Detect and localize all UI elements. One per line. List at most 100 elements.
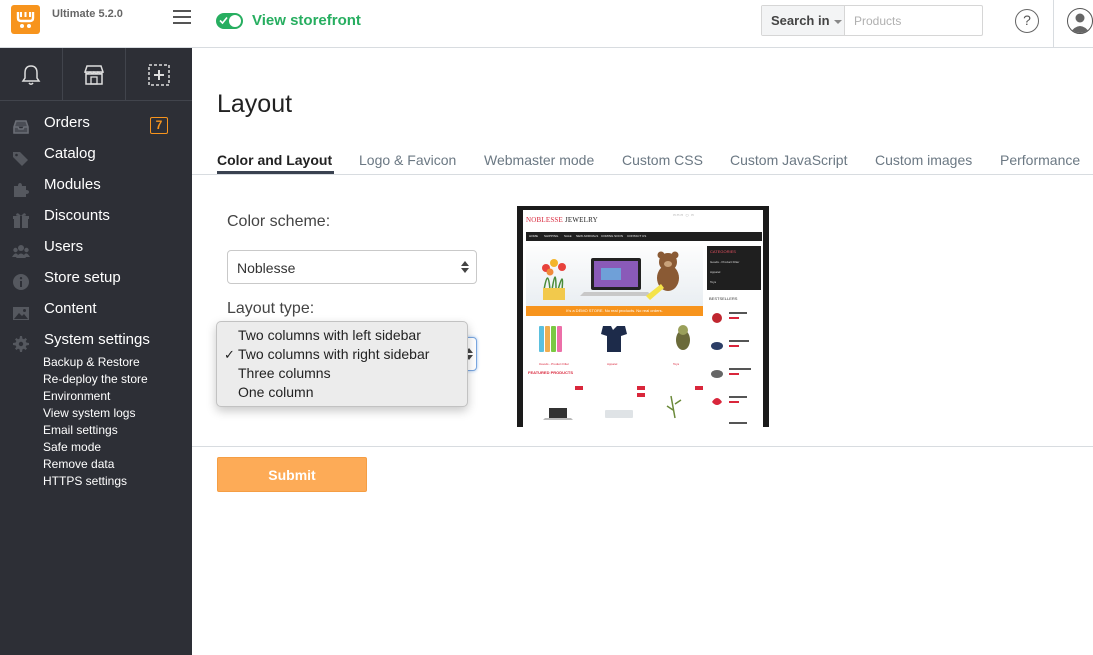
active-tab-indicator (217, 171, 334, 174)
store-icon (83, 64, 105, 85)
subitem-remove-data[interactable]: Remove data (43, 457, 114, 471)
sidebar-item-catalog[interactable]: Catalog (0, 145, 192, 171)
preview-bestsellers-list (711, 312, 751, 424)
preview-page: NOBLESSE JEWELRY ▭ ▭ ▭ ▢ ▭ HOME SHIPPING… (523, 210, 763, 427)
color-scheme-label: Color scheme: (227, 213, 331, 230)
preview-featured-products (543, 386, 703, 420)
sidebar-item-label: Store setup (44, 269, 121, 286)
sidebar-item-discounts[interactable]: Discounts (0, 207, 192, 233)
subitem-email-settings[interactable]: Email settings (43, 423, 118, 437)
user-avatar[interactable] (1067, 8, 1093, 34)
add-new-button[interactable] (126, 48, 192, 101)
sidebar-item-modules[interactable]: Modules (0, 176, 192, 202)
preview-demo-banner: It's a DEMO STORE. No real products. No … (526, 306, 703, 316)
option-label: One column (238, 384, 314, 400)
color-scheme-value: Noblesse (237, 260, 296, 276)
sidebar-item-system-settings[interactable]: System settings (0, 331, 192, 357)
sidebar-item-label: Orders (44, 114, 90, 131)
storefront-button[interactable] (63, 48, 126, 101)
app-version: Ultimate 5.2.0 (52, 8, 123, 20)
subitem-environment[interactable]: Environment (43, 389, 110, 403)
tab-performance[interactable]: Performance (1000, 152, 1080, 168)
add-square-icon (148, 63, 170, 86)
layout-option-three-columns[interactable]: Three columns (217, 364, 467, 383)
layout-option-one-column[interactable]: One column (217, 383, 467, 402)
tab-logo-favicon[interactable]: Logo & Favicon (359, 152, 456, 168)
option-label: Three columns (238, 365, 331, 381)
view-storefront-link[interactable]: View storefront (252, 12, 361, 29)
layout-option-left-sidebar[interactable]: Two columns with left sidebar (217, 326, 467, 345)
preview-caption-goods: iGoods - Product Filter (539, 362, 570, 366)
preview-category-thumbnails (539, 325, 690, 352)
color-scheme-select[interactable]: Noblesse (227, 250, 477, 284)
tags-icon (13, 152, 28, 166)
orders-count-badge: 7 (150, 117, 168, 134)
preview-menu: HOME SHIPPING SALE NEW ARRIVALS COMING S… (526, 232, 762, 241)
inbox-icon (13, 120, 29, 134)
bell-icon (21, 64, 41, 85)
search-scope-dropdown[interactable]: Search in (762, 6, 845, 35)
tab-custom-css[interactable]: Custom CSS (622, 152, 703, 168)
search-box: Search in (761, 5, 983, 36)
topbar-divider (1053, 0, 1054, 48)
sidebar-item-store-setup[interactable]: Store setup (0, 269, 192, 295)
checkmark-icon: ✓ (224, 347, 235, 362)
subitem-redeploy-store[interactable]: Re-deploy the store (43, 372, 148, 386)
tab-webmaster-mode[interactable]: Webmaster mode (484, 152, 594, 168)
tab-custom-javascript[interactable]: Custom JavaScript (730, 152, 847, 168)
check-icon (219, 16, 228, 25)
search-scope-label: Search in (771, 13, 830, 28)
gift-icon (13, 213, 29, 228)
sidebar-item-label: Catalog (44, 145, 96, 162)
preview-caption-apparel: Apparel (607, 362, 618, 366)
sidebar: Orders 7 Catalog Modules Discounts Users… (0, 48, 192, 655)
notifications-button[interactable] (0, 48, 63, 101)
gear-icon (13, 336, 29, 352)
tab-bar: Color and Layout Logo & Favicon Webmaste… (192, 148, 1093, 175)
sidebar-item-label: Modules (44, 176, 101, 193)
sidebar-item-label: Discounts (44, 207, 110, 224)
page-title: Layout (217, 90, 293, 118)
preview-brand: NOBLESSE JEWELRY (526, 216, 598, 224)
hero-products-illustration (542, 251, 679, 300)
user-icon (1070, 13, 1090, 33)
layout-option-right-sidebar[interactable]: ✓ Two columns with right sidebar (217, 345, 467, 364)
submit-button[interactable]: Submit (217, 457, 367, 492)
preview-bestsellers-title: BESTSELLERS (709, 296, 738, 301)
sidebar-item-users[interactable]: Users (0, 238, 192, 264)
preview-hero (526, 246, 703, 306)
chevron-down-icon (833, 19, 842, 24)
top-bar: Ultimate 5.2.0 View storefront Search in… (0, 0, 1093, 48)
help-button[interactable]: ? (1015, 9, 1039, 33)
subitem-backup-restore[interactable]: Backup & Restore (43, 355, 140, 369)
users-icon (12, 245, 30, 258)
preview-caption-toys: Toys (673, 362, 680, 366)
sidebar-item-content[interactable]: Content (0, 300, 192, 326)
tab-color-and-layout[interactable]: Color and Layout (217, 152, 332, 168)
info-icon (13, 274, 29, 290)
layout-type-dropdown: Two columns with left sidebar ✓ Two colum… (216, 321, 468, 407)
sidebar-item-label: Users (44, 238, 84, 255)
cart-logo-icon (16, 12, 35, 28)
preview-top-links: ▭ ▭ ▭ ▢ ▭ (673, 213, 694, 217)
option-label: Two columns with right sidebar (238, 346, 430, 362)
search-input[interactable] (846, 6, 982, 35)
sidebar-item-label: System settings (44, 331, 150, 348)
menu-toggle-icon[interactable] (173, 10, 191, 24)
layout-preview-image: NOBLESSE JEWELRY ▭ ▭ ▭ ▢ ▭ HOME SHIPPING… (517, 206, 769, 427)
sidebar-item-orders[interactable]: Orders 7 (0, 114, 192, 140)
quick-actions (0, 48, 192, 101)
storefront-toggle[interactable] (216, 13, 243, 29)
sidebar-item-label: Content (44, 300, 97, 317)
form-separator (192, 446, 1093, 447)
subitem-https-settings[interactable]: HTTPS settings (43, 474, 127, 488)
store-logo[interactable] (11, 5, 40, 34)
tab-custom-images[interactable]: Custom images (875, 152, 972, 168)
subitem-safe-mode[interactable]: Safe mode (43, 440, 101, 454)
select-arrows-icon (461, 260, 469, 274)
preview-categories: CATEGORIES Goods - Product Filter Appare… (707, 246, 761, 290)
layout-type-label: Layout type: (227, 300, 315, 317)
option-label: Two columns with left sidebar (238, 327, 421, 343)
picture-icon (13, 307, 29, 320)
subitem-view-system-logs[interactable]: View system logs (43, 406, 135, 420)
